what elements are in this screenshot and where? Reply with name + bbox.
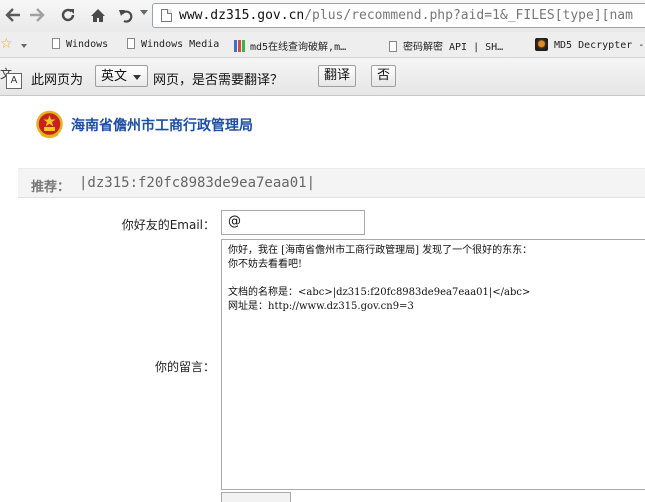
undo-dropdown-icon[interactable]	[140, 10, 148, 15]
language-select[interactable]: 英文	[95, 65, 149, 87]
translate-icon: 文A	[0, 65, 22, 89]
grid-icon	[234, 40, 246, 52]
translate-bar: 文A 此网页为 英文 网页，是否需要翻译？ 翻译 否	[0, 58, 645, 96]
translate-suffix: 网页，是否需要翻译？	[153, 73, 284, 88]
browser-chrome: www.dz315.gov.cn/plus/recommend.php?aid=…	[0, 0, 645, 96]
bookmark-password-decrypt[interactable]: 密码解密 API | SH…	[389, 38, 503, 53]
undo-icon[interactable]	[114, 4, 138, 26]
url-text[interactable]: www.dz315.gov.cn/plus/recommend.php?aid=…	[179, 8, 633, 23]
page-icon	[161, 9, 172, 22]
reload-icon[interactable]	[56, 4, 80, 26]
recommend-label: 推荐：	[31, 180, 71, 195]
bookmarks-menu-icon[interactable]	[21, 44, 27, 48]
submit-button[interactable]	[221, 492, 291, 502]
translate-button[interactable]: 翻译	[318, 65, 357, 87]
recommend-bar: 推荐： |dz315:f20fc8983de9ea7eaa01|	[18, 169, 645, 198]
chevron-down-icon	[133, 75, 142, 80]
friend-email-input[interactable]: @	[221, 210, 365, 235]
bookmark-label: Windows Media	[141, 39, 220, 50]
message-label: 你的留言：	[154, 360, 215, 374]
bookmark-windows[interactable]: Windows	[52, 38, 108, 50]
url-host: www.dz315.gov.cn	[179, 8, 305, 23]
recommend-title: |dz315:f20fc8983de9ea7eaa01|	[79, 175, 316, 191]
forward-icon[interactable]	[25, 4, 49, 26]
bookmark-label: md5在线查询破解,m…	[250, 42, 347, 53]
star-icon[interactable]: ☆	[0, 36, 13, 52]
bookmark-page-icon	[127, 38, 135, 49]
message-textarea[interactable]: 你好，我在 [海南省儋州市工商行政管理局] 发现了一个很好的东东： 你不妨去看看…	[221, 239, 645, 490]
bookmark-md5-query[interactable]: md5在线查询破解,m…	[234, 38, 346, 53]
home-icon[interactable]	[86, 4, 110, 26]
bookmark-page-icon	[52, 38, 60, 49]
no-translate-button[interactable]: 否	[371, 65, 397, 87]
bookmark-page-icon	[389, 41, 397, 52]
bookmark-label: 密码解密 API | SH…	[403, 42, 504, 53]
bookmark-label: Windows	[66, 39, 109, 50]
decrypter-icon	[535, 38, 548, 51]
national-emblem-icon	[36, 110, 63, 138]
email-label: 你好友的Email：	[121, 218, 215, 232]
url-path: /plus/recommend.php?aid=1&_FILES[type][n…	[304, 8, 633, 23]
site-title: 海南省儋州市工商行政管理局	[71, 118, 253, 134]
bookmark-windows-media[interactable]: Windows Media	[127, 38, 219, 50]
translate-prefix: 此网页为	[31, 73, 84, 88]
back-icon[interactable]	[1, 4, 25, 26]
bookmark-md5-decrypter[interactable]: MD5 Decrypter -	[535, 38, 644, 51]
address-bar[interactable]: www.dz315.gov.cn/plus/recommend.php?aid=…	[152, 3, 645, 28]
browser-toolbar: www.dz315.gov.cn/plus/recommend.php?aid=…	[0, 0, 645, 32]
bookmark-label: MD5 Decrypter -	[554, 40, 645, 51]
language-value: 英文	[101, 69, 128, 84]
